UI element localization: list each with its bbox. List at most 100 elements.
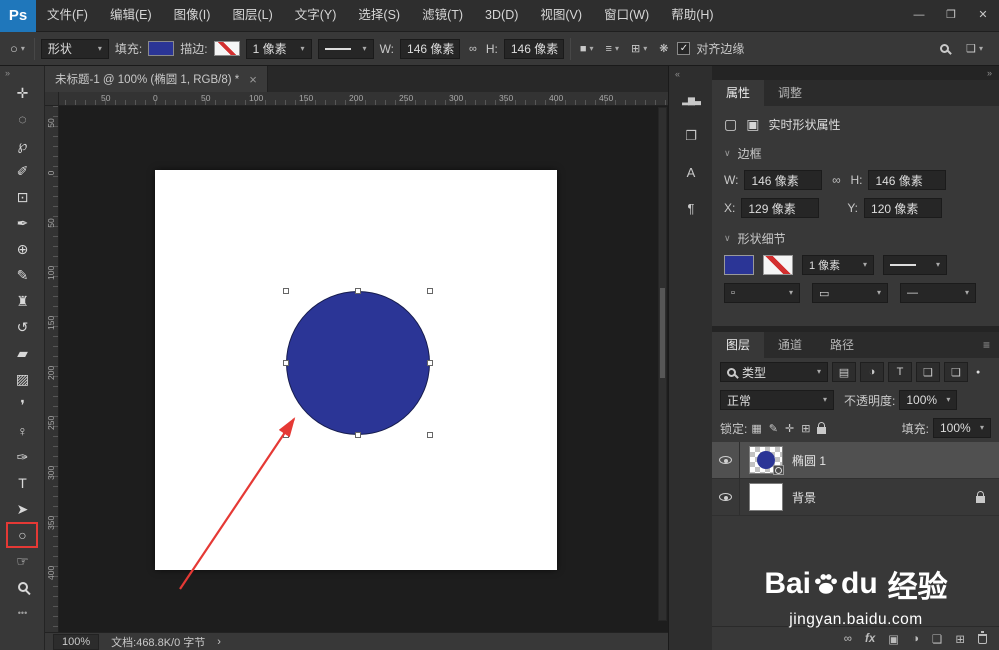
menu-edit[interactable]: 编辑(E): [99, 0, 163, 31]
path-alignment-button[interactable]: ≡ ▾: [603, 43, 622, 55]
filter-shape-icon[interactable]: ❑: [916, 362, 940, 382]
menu-image[interactable]: 图像(I): [163, 0, 222, 31]
visibility-toggle[interactable]: [712, 442, 740, 478]
align-edges-checkbox[interactable]: ✓: [677, 42, 691, 55]
ellipse-shape[interactable]: [286, 291, 430, 435]
menu-file[interactable]: 文件(F): [36, 0, 99, 31]
filter-adjustment-icon[interactable]: ◑: [860, 362, 884, 382]
stroke-caps-select[interactable]: ▭ ▾: [812, 283, 888, 303]
quick-selection-tool[interactable]: ✐: [0, 158, 45, 184]
layer-mask-icon[interactable]: ▣: [888, 632, 899, 646]
clone-stamp-tool[interactable]: ♜: [0, 288, 45, 314]
stroke-color-swatch[interactable]: [213, 41, 240, 56]
adjustment-layer-icon[interactable]: ◑: [912, 633, 919, 645]
prop-height-input[interactable]: 146 像素: [868, 170, 947, 190]
type-tool[interactable]: T: [0, 470, 45, 496]
visibility-toggle[interactable]: [712, 479, 740, 515]
hand-tool[interactable]: ☞: [0, 548, 45, 574]
transform-handle[interactable]: [427, 288, 433, 294]
healing-brush-tool[interactable]: ⊕: [0, 236, 45, 262]
path-operations-button[interactable]: ■ ▾: [577, 43, 597, 55]
menu-layer[interactable]: 图层(L): [221, 0, 283, 31]
tool-mode-select[interactable]: 形状 ▾: [40, 38, 109, 59]
blur-tool[interactable]: ❜: [0, 392, 45, 418]
layer-name[interactable]: 椭圆 1: [792, 452, 826, 469]
document-canvas[interactable]: [155, 170, 557, 570]
layer-row-ellipse[interactable]: 椭圆 1: [712, 442, 999, 479]
histogram-panel-icon[interactable]: ▂▆▃: [669, 82, 713, 118]
layer-thumbnail[interactable]: [749, 446, 784, 475]
workspace-switcher-button[interactable]: ❑ ▾: [963, 42, 986, 55]
lock-artboard-icon[interactable]: ⊞: [801, 422, 810, 435]
filter-toggle-icon[interactable]: ●: [976, 369, 980, 376]
transform-handle[interactable]: [355, 432, 361, 438]
tab-close-icon[interactable]: ×: [249, 72, 257, 87]
move-tool[interactable]: ✛: [0, 80, 45, 106]
delete-layer-icon[interactable]: [978, 630, 987, 644]
menu-view[interactable]: 视图(V): [529, 0, 593, 31]
search-icon[interactable]: [940, 44, 950, 53]
tool-preset-button[interactable]: ○ ▾: [7, 41, 28, 56]
shape-width-input[interactable]: 146 像素: [400, 38, 461, 59]
zoom-tool[interactable]: [0, 574, 45, 600]
stroke-width-input[interactable]: 1 像素 ▾: [245, 38, 312, 59]
path-arrangement-button[interactable]: ⊞ ▾: [628, 42, 650, 55]
section-chevron-icon[interactable]: ∨: [724, 148, 731, 159]
paragraph-panel-icon[interactable]: ¶: [669, 190, 713, 226]
document-tab[interactable]: 未标题-1 @ 100% (椭圆 1, RGB/8) * ×: [45, 66, 268, 92]
link-layers-icon[interactable]: ∞: [844, 633, 852, 645]
collapse-dock-icon[interactable]: »: [712, 66, 999, 80]
expand-panels-icon[interactable]: «: [669, 66, 712, 82]
filter-smart-object-icon[interactable]: ❏: [944, 362, 968, 382]
history-brush-tool[interactable]: ↺: [0, 314, 45, 340]
opacity-input[interactable]: 100% ▾: [899, 390, 958, 410]
gradient-tool[interactable]: ▨: [0, 366, 45, 392]
tab-paths[interactable]: 路径: [816, 332, 868, 358]
transform-handle[interactable]: [427, 360, 433, 366]
layer-thumbnail[interactable]: [749, 483, 783, 511]
lock-transparency-icon[interactable]: ▦: [751, 422, 761, 435]
ellipse-tool[interactable]: ○: [0, 522, 45, 548]
menu-help[interactable]: 帮助(H): [660, 0, 724, 31]
path-selection-tool[interactable]: ➤: [0, 496, 45, 522]
document-size-info[interactable]: 文档:468.8K/0 字节: [111, 634, 205, 650]
prop-x-input[interactable]: 129 像素: [741, 198, 820, 218]
character-panel-icon[interactable]: A: [669, 154, 713, 190]
prop-width-input[interactable]: 146 像素: [744, 170, 823, 190]
layer-group-icon[interactable]: ❏: [932, 632, 942, 646]
canvas-vertical-scrollbar[interactable]: [658, 107, 667, 621]
new-layer-icon[interactable]: ⊞: [955, 632, 965, 646]
stroke-style-select[interactable]: ▾: [317, 38, 374, 59]
lock-all-icon[interactable]: [817, 421, 827, 434]
lock-position-icon[interactable]: ✛: [785, 422, 794, 435]
fill-color-swatch[interactable]: [148, 41, 175, 56]
tab-adjustments[interactable]: 调整: [764, 80, 816, 106]
prop-fill-swatch[interactable]: [724, 255, 754, 275]
prop-stroke-width-input[interactable]: 1 像素 ▾: [802, 255, 874, 275]
tab-layers[interactable]: 图层: [712, 332, 765, 358]
panel-menu-icon[interactable]: ≡: [983, 332, 999, 358]
lasso-tool[interactable]: ℘: [0, 132, 45, 158]
transform-handle[interactable]: [427, 432, 433, 438]
link-dimensions-icon[interactable]: ∞: [828, 173, 844, 187]
shape-height-input[interactable]: 146 像素: [503, 38, 564, 59]
restore-button[interactable]: ❐: [935, 0, 967, 31]
close-button[interactable]: ✕: [967, 0, 999, 31]
link-dimensions-icon[interactable]: ∞: [466, 43, 480, 55]
menu-filter[interactable]: 滤镜(T): [411, 0, 474, 31]
eraser-tool[interactable]: ▰: [0, 340, 45, 366]
layer-row-background[interactable]: 背景: [712, 479, 999, 516]
blend-mode-select[interactable]: 正常 ▾: [720, 390, 834, 410]
transform-handle[interactable]: [283, 432, 289, 438]
menu-type[interactable]: 文字(Y): [284, 0, 348, 31]
pen-tool[interactable]: ✑: [0, 444, 45, 470]
zoom-level-field[interactable]: 100%: [53, 633, 100, 650]
scrollbar-thumb[interactable]: [660, 288, 665, 378]
filter-image-icon[interactable]: ▤: [832, 362, 856, 382]
layer-effects-icon[interactable]: fx: [865, 633, 875, 645]
layer-filter-select[interactable]: 类型 ▾: [720, 362, 828, 382]
gear-icon[interactable]: ❋: [656, 42, 671, 55]
layer-name[interactable]: 背景: [792, 489, 816, 506]
prop-stroke-swatch[interactable]: [763, 255, 793, 275]
more-tools-button[interactable]: •••: [0, 600, 45, 626]
